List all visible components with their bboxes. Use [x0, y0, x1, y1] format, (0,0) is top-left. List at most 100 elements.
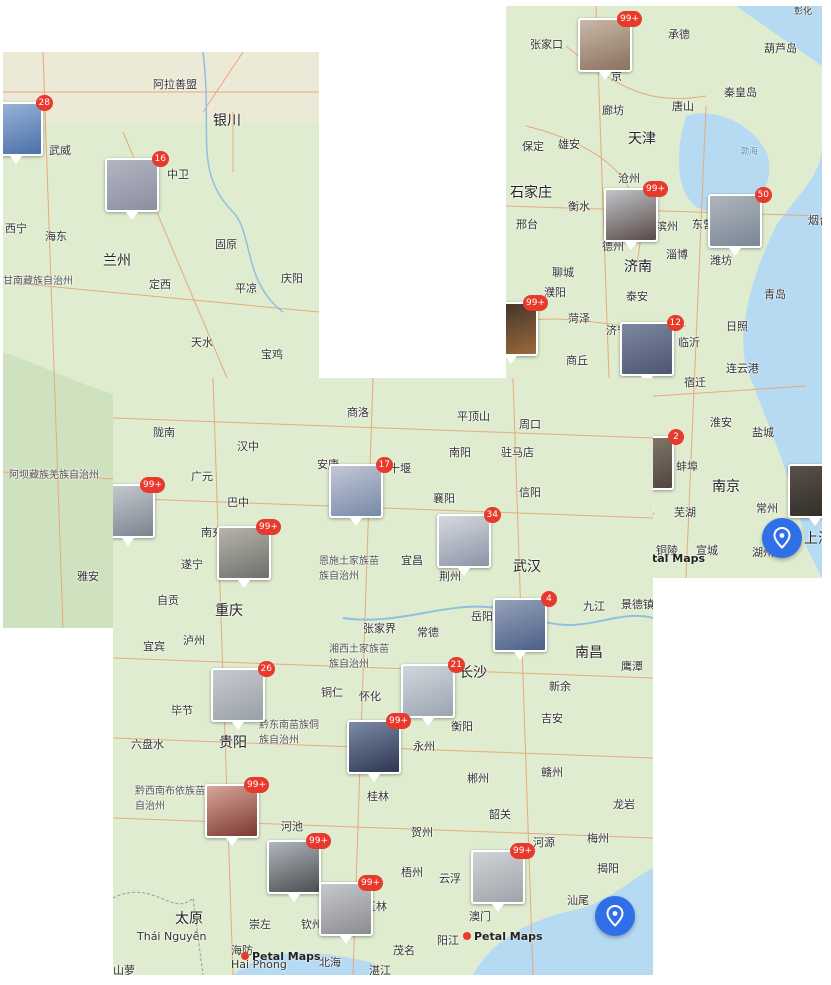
- map-label: 汕尾: [567, 894, 589, 907]
- locate-button[interactable]: [595, 896, 635, 936]
- photo-count-badge: 4: [541, 591, 557, 607]
- map-label: 濮阳: [544, 286, 566, 299]
- map-label: 怀化: [359, 690, 381, 703]
- photo-cluster-pin[interactable]: 21: [401, 657, 465, 726]
- map-label: 泸州: [183, 634, 205, 647]
- map-label: 河池: [281, 820, 303, 833]
- map-label: 自贡: [157, 594, 179, 607]
- map-label: Thái Nguyên: [137, 930, 207, 943]
- photo-cluster-pin[interactable]: 99+: [578, 11, 642, 80]
- photo-cluster-pin[interactable]: 16: [105, 151, 169, 220]
- map-label: 芜湖: [674, 506, 696, 519]
- photo-cluster-pin[interactable]: 4: [493, 591, 557, 660]
- photo-cluster-pin[interactable]: 28: [3, 95, 53, 164]
- photo-cluster-pin[interactable]: 99+: [267, 833, 331, 902]
- photo-count-badge: 99+: [523, 295, 548, 311]
- photo-cluster-pin[interactable]: 99+: [217, 519, 281, 588]
- photo-count-badge: 16: [151, 151, 169, 167]
- map-label: 张家口: [530, 38, 563, 51]
- map-label: 盐城: [752, 426, 774, 439]
- photo-count-badge: 2: [668, 429, 684, 445]
- photo-cluster-pin[interactable]: 17: [329, 457, 393, 526]
- map-label: 衡阳: [451, 720, 473, 733]
- locate-button[interactable]: [762, 518, 802, 558]
- map-label: 常德: [417, 626, 439, 639]
- map-label: 济南: [624, 259, 652, 275]
- photo-cluster-pin[interactable]: 99+: [319, 875, 383, 944]
- petal-maps-brand: tal Maps: [652, 552, 706, 565]
- map-label: 黔东南苗族侗族自治州: [259, 720, 319, 746]
- map-label: 揭阳: [597, 862, 619, 875]
- map-label: 韶关: [489, 808, 511, 821]
- map-label: 陇南: [153, 426, 175, 439]
- map-label: 秦皇岛: [724, 86, 757, 99]
- photo-cluster-pin[interactable]: 99+: [113, 477, 165, 546]
- map-label: 湘西土家族苗族自治州: [329, 644, 389, 670]
- map-label: 常州: [756, 502, 778, 515]
- map-label: 太原: [175, 911, 203, 927]
- map-label: 永州: [413, 740, 435, 753]
- photo-cluster-pin[interactable]: 12: [620, 315, 684, 384]
- photo-count-badge: 21: [447, 657, 465, 673]
- map-label: 桂林: [367, 790, 389, 803]
- map-label: 渤海: [740, 147, 759, 157]
- photo-count-badge: 99+: [617, 11, 642, 27]
- photo-cluster-pin[interactable]: 99+: [471, 843, 535, 912]
- map-label: 北海: [319, 956, 341, 969]
- map-label: 日照: [726, 320, 748, 333]
- map-label: 梧州: [401, 866, 423, 879]
- map-label: 衡水: [568, 200, 590, 213]
- map-label: 兰州: [103, 253, 131, 269]
- photo-cluster-pin[interactable]: 99+: [604, 181, 668, 250]
- map-label: 吉安: [541, 712, 563, 725]
- map-label: 山萝: [113, 964, 135, 975]
- map-label: 贺州: [411, 826, 433, 839]
- photo-cluster-pin[interactable]: 99+: [205, 777, 269, 846]
- photo-count-badge: 26: [257, 661, 275, 677]
- map-label: 彰化: [794, 7, 813, 17]
- photo-cluster-pin[interactable]: 99+: [347, 713, 411, 782]
- map-label: 襄阳: [433, 492, 455, 505]
- map-label: 阿拉善盟: [153, 78, 197, 91]
- petal-maps-logo-icon: [463, 932, 471, 940]
- map-label: 重庆: [215, 603, 243, 619]
- map-label: 上海: [804, 531, 822, 547]
- petal-maps-brand: Petal Maps: [463, 930, 543, 943]
- map-label: 巴中: [227, 496, 249, 509]
- map-panel-south[interactable]: 商洛 平顶山 陇南 汉中 安康 十堰 南阳 周口 驻马店 广元 巴中 襄阳 信阳…: [113, 378, 653, 975]
- map-label: 九江: [583, 600, 605, 613]
- map-label: 聊城: [552, 266, 574, 279]
- location-pin-icon: [606, 905, 624, 927]
- photo-cluster-pin[interactable]: 50: [708, 187, 772, 256]
- map-label: 平顶山: [457, 410, 490, 423]
- map-label: 临沂: [678, 336, 700, 349]
- map-label: 天水: [191, 336, 213, 349]
- map-label: 恩施土家族苗族自治州: [319, 556, 379, 582]
- photo-cluster-pin[interactable]: [788, 464, 822, 526]
- photo-count-badge: 99+: [643, 181, 668, 197]
- map-label: 湛江: [369, 964, 391, 975]
- photo-cluster-pin[interactable]: 26: [211, 661, 275, 730]
- map-label: 郴州: [467, 772, 489, 785]
- photo-count-badge: 99+: [306, 833, 331, 849]
- map-label: 平凉: [235, 282, 257, 295]
- map-label: 商丘: [566, 354, 588, 367]
- map-label: 承德: [668, 28, 690, 41]
- map-label: 崇左: [249, 918, 271, 931]
- map-label: 张家界: [363, 622, 396, 635]
- map-label: 广元: [191, 470, 213, 483]
- map-label: 南昌: [575, 645, 603, 661]
- photo-cluster-pin[interactable]: 99+: [506, 295, 548, 364]
- map-label: 保定: [522, 140, 544, 153]
- map-label: 六盘水: [131, 738, 164, 751]
- map-label: 菏泽: [568, 312, 590, 325]
- petal-maps-brand: Petal Maps: [241, 950, 321, 963]
- map-label: 青岛: [764, 288, 786, 301]
- map-label: 定西: [149, 278, 171, 291]
- map-label: 连云港: [726, 362, 759, 375]
- map-label: 黔西南布依族苗族自治州: [135, 786, 215, 812]
- map-label: 银川: [213, 113, 241, 129]
- map-label: 泰安: [626, 290, 648, 303]
- map-label: 雄安: [558, 138, 580, 151]
- photo-cluster-pin[interactable]: 34: [437, 507, 501, 576]
